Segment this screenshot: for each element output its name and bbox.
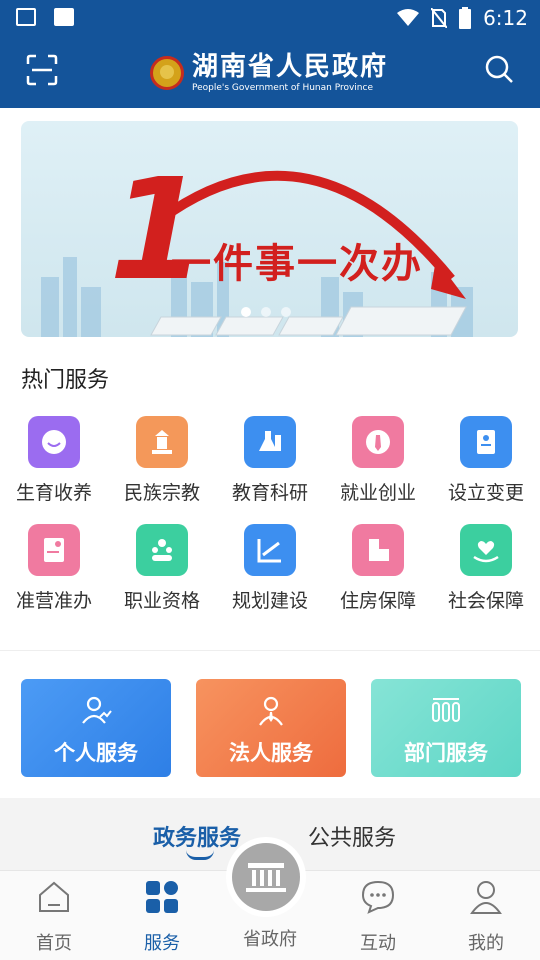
- service-item-professional-qualification[interactable]: 职业资格: [108, 524, 216, 613]
- id-card-icon: [460, 416, 512, 468]
- service-label: 教育科研: [231, 482, 308, 504]
- service-label: 准营准办: [15, 590, 92, 612]
- nav-label: 服务: [144, 933, 180, 954]
- personal-service-card[interactable]: 个人服务: [21, 679, 171, 777]
- nav-label: 首页: [36, 933, 72, 954]
- nav-label: 省政府: [243, 929, 297, 950]
- carousel-dot[interactable]: [281, 307, 291, 317]
- brand: 湖南省人民政府 People's Government of Hunan Pro…: [150, 48, 400, 98]
- temple-icon: [136, 416, 188, 468]
- search-icon[interactable]: [484, 54, 514, 84]
- service-item-ethnic-religion[interactable]: 民族宗教: [108, 416, 216, 505]
- nav-label: 我的: [468, 933, 504, 954]
- department-service-card[interactable]: 部门服务: [371, 679, 521, 777]
- app-subtitle: People's Government of Hunan Province: [192, 82, 373, 93]
- app-header: 湖南省人民政府 People's Government of Hunan Pro…: [0, 36, 540, 108]
- bottom-nav: 首页 服务 省政府 互动 我的: [0, 837, 540, 960]
- service-item-birth-adoption[interactable]: 生育收养: [0, 416, 108, 505]
- nav-services[interactable]: 服务: [108, 879, 216, 955]
- card-label: 法人服务: [229, 741, 313, 765]
- carousel-dot[interactable]: [241, 307, 251, 317]
- baby-icon: [28, 416, 80, 468]
- tab-government-services[interactable]: 政务服务: [153, 820, 241, 852]
- nav-label: 互动: [360, 933, 396, 954]
- government-icon: [246, 863, 286, 892]
- people-icon: [136, 524, 188, 576]
- active-tab-indicator: [186, 850, 214, 860]
- person-tie-icon: [259, 696, 283, 726]
- image-notification-icon: [16, 8, 36, 26]
- service-label: 社会保障: [447, 590, 524, 612]
- person-chart-icon: [82, 696, 112, 724]
- clock: 6:12: [483, 6, 528, 30]
- government-center-button[interactable]: [226, 837, 306, 917]
- service-label: 设立变更: [447, 482, 524, 504]
- card-label: 部门服务: [404, 741, 488, 765]
- heart-hand-icon: [460, 524, 512, 576]
- service-item-housing[interactable]: 住房保障: [324, 524, 432, 613]
- carousel-indicator: [241, 307, 291, 317]
- certificate-icon: [28, 524, 80, 576]
- service-label: 住房保障: [339, 590, 416, 612]
- flask-icon: [244, 416, 296, 468]
- nav-profile[interactable]: 我的: [432, 879, 540, 955]
- promo-banner[interactable]: 1 一件事一次办: [21, 121, 518, 337]
- nav-interaction[interactable]: 互动: [324, 879, 432, 955]
- columns-icon: [432, 698, 460, 722]
- wifi-icon: [397, 9, 420, 26]
- service-label: 就业创业: [339, 482, 416, 504]
- corporate-service-card[interactable]: 法人服务: [196, 679, 346, 777]
- section-title: 热门服务: [21, 368, 110, 393]
- service-item-employment[interactable]: 就业创业: [324, 416, 432, 505]
- status-bar: 6:12: [0, 0, 540, 36]
- nav-home[interactable]: 首页: [0, 879, 108, 955]
- service-label: 生育收养: [15, 482, 92, 504]
- divider: [0, 650, 540, 651]
- carousel-dot[interactable]: [261, 307, 271, 317]
- service-item-social-security[interactable]: 社会保障: [432, 524, 540, 613]
- building-icon: [352, 524, 404, 576]
- app-title: 湖南省人民政府: [192, 51, 389, 82]
- service-item-operation-permit[interactable]: 准营准办: [0, 524, 108, 613]
- card-label: 个人服务: [54, 741, 138, 765]
- scan-icon[interactable]: [26, 54, 58, 86]
- service-label: 职业资格: [123, 590, 200, 612]
- grid-icon: [146, 881, 178, 913]
- service-label: 民族宗教: [123, 482, 200, 504]
- tab-public-services[interactable]: 公共服务: [308, 820, 396, 852]
- no-sim-icon: [431, 8, 448, 28]
- banner-headline: 一件事一次办: [171, 241, 423, 287]
- chat-icon: [361, 880, 395, 914]
- service-item-education-research[interactable]: 教育科研: [216, 416, 324, 505]
- national-emblem-icon: [150, 56, 184, 90]
- user-icon: [470, 881, 502, 914]
- service-label: 规划建设: [231, 590, 308, 612]
- ruler-icon: [244, 524, 296, 576]
- service-item-planning-construction[interactable]: 规划建设: [216, 524, 324, 613]
- battery-icon: [459, 7, 472, 29]
- home-icon: [39, 881, 69, 912]
- tie-icon: [352, 416, 404, 468]
- app-notification-icon: [54, 8, 74, 26]
- service-item-establish-change[interactable]: 设立变更: [432, 416, 540, 505]
